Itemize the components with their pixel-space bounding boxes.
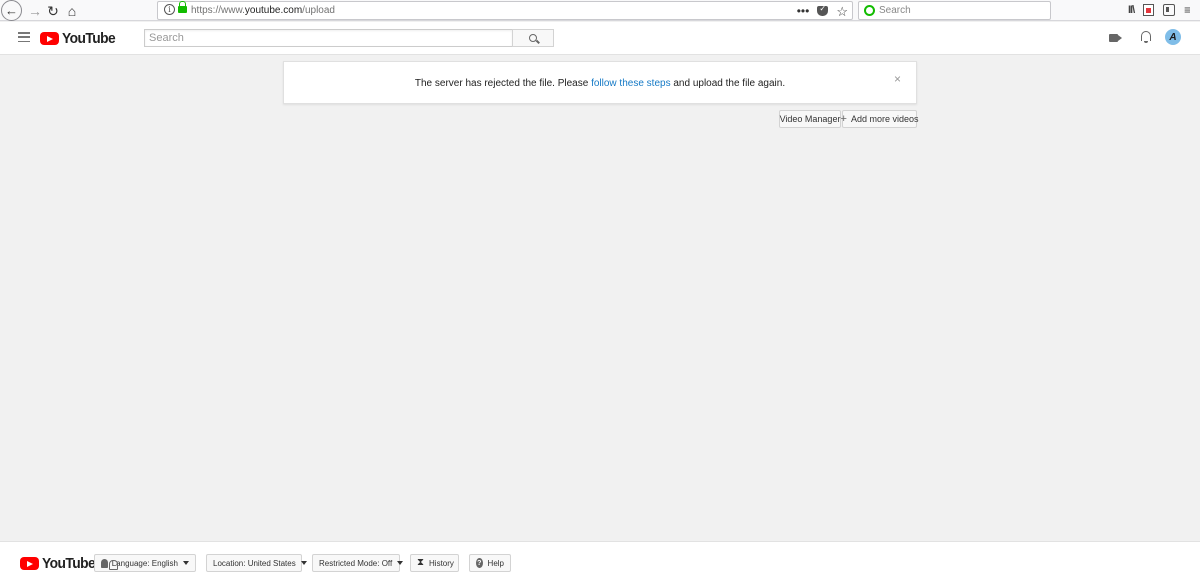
add-more-videos-label: Add more videos [850, 114, 919, 124]
hamburger-menu-icon[interactable]: ≡ [1184, 3, 1190, 17]
help-button[interactable]: ? Help [469, 554, 511, 572]
youtube-logo[interactable]: YouTube [40, 30, 120, 47]
location-label: Location: United States [213, 558, 296, 568]
yt-search-button[interactable] [512, 29, 554, 47]
page-actions-icon[interactable]: ••• [797, 4, 810, 18]
plus-icon: + [840, 112, 847, 125]
notifications-bell-icon[interactable] [1140, 30, 1152, 43]
close-icon[interactable]: × [894, 73, 901, 85]
alert-message: The server has rejected the file. Please… [284, 78, 916, 89]
add-more-videos-button[interactable]: + Add more videos [840, 110, 919, 128]
chevron-down-icon [397, 561, 404, 565]
url-prefix: https://www. [191, 5, 245, 16]
address-bar[interactable]: i https://www.youtube.com/upload ••• ☆ [157, 1, 853, 20]
play-icon [40, 32, 59, 45]
url-domain: youtube.com [244, 5, 303, 16]
play-icon [20, 557, 39, 570]
sidebar-icon[interactable] [1163, 4, 1176, 16]
search-icon [529, 34, 537, 42]
language-label: Language: English [111, 558, 178, 568]
avatar[interactable]: A [1165, 29, 1181, 45]
location-picker-button[interactable]: Location: United States [206, 554, 307, 572]
help-icon: ? [476, 558, 483, 568]
guide-menu-icon[interactable] [18, 32, 30, 42]
restricted-mode-label: Restricted Mode: Off [319, 558, 393, 568]
error-alert: The server has rejected the file. Please… [283, 61, 917, 104]
library-icon[interactable]: II\ [1128, 4, 1135, 16]
bookmark-star-icon[interactable]: ☆ [836, 5, 848, 18]
footer-youtube-logo[interactable]: YouTube [20, 555, 100, 572]
info-icon[interactable]: i [164, 4, 175, 15]
yt-search-placeholder: Search [149, 32, 184, 44]
browser-search-field[interactable]: Search [858, 1, 1051, 20]
home-icon[interactable]: ⌂ [61, 0, 83, 21]
chevron-down-icon [183, 561, 189, 565]
yt-search-input[interactable]: Search [144, 29, 513, 47]
chevron-down-icon [300, 561, 307, 565]
youtube-logo-text: YouTube [62, 30, 116, 47]
search-engine-icon [864, 5, 875, 16]
pocket-icon[interactable] [817, 4, 829, 16]
url-text[interactable]: https://www.youtube.com/upload [191, 5, 335, 16]
alert-text-after: and upload the file again. [670, 78, 786, 89]
help-label: Help [487, 558, 504, 568]
hourglass-icon: ⧗ [417, 557, 425, 568]
follow-steps-link[interactable]: follow these steps [591, 78, 671, 89]
alert-text-before: The server has rejected the file. Please [414, 78, 592, 89]
back-icon[interactable]: ← [1, 0, 22, 21]
browser-right-icons: II\ ≡ [1128, 3, 1190, 17]
browser-toolbar: ← → ↻ ⌂ i https://www.youtube.com/upload… [0, 0, 1200, 21]
yt-masthead: YouTube Search A [0, 22, 1200, 55]
language-icon [101, 558, 118, 570]
video-manager-button[interactable]: Video Manager [779, 110, 841, 128]
language-picker-button[interactable]: Language: English [94, 554, 196, 572]
pocket-list-icon[interactable] [1143, 4, 1155, 16]
history-label: History [429, 558, 454, 568]
browser-search-placeholder: Search [879, 5, 911, 16]
url-actions: ••• ☆ [797, 3, 848, 19]
restricted-mode-button[interactable]: Restricted Mode: Off [312, 554, 404, 572]
lock-icon [178, 1, 187, 13]
footer-logo-text: YouTube [42, 555, 96, 572]
history-button[interactable]: ⧗ History [410, 554, 459, 572]
yt-footer: YouTube Language: English Location: Unit… [0, 541, 1200, 578]
upload-video-icon[interactable] [1109, 34, 1122, 42]
url-path: /upload [302, 5, 335, 16]
